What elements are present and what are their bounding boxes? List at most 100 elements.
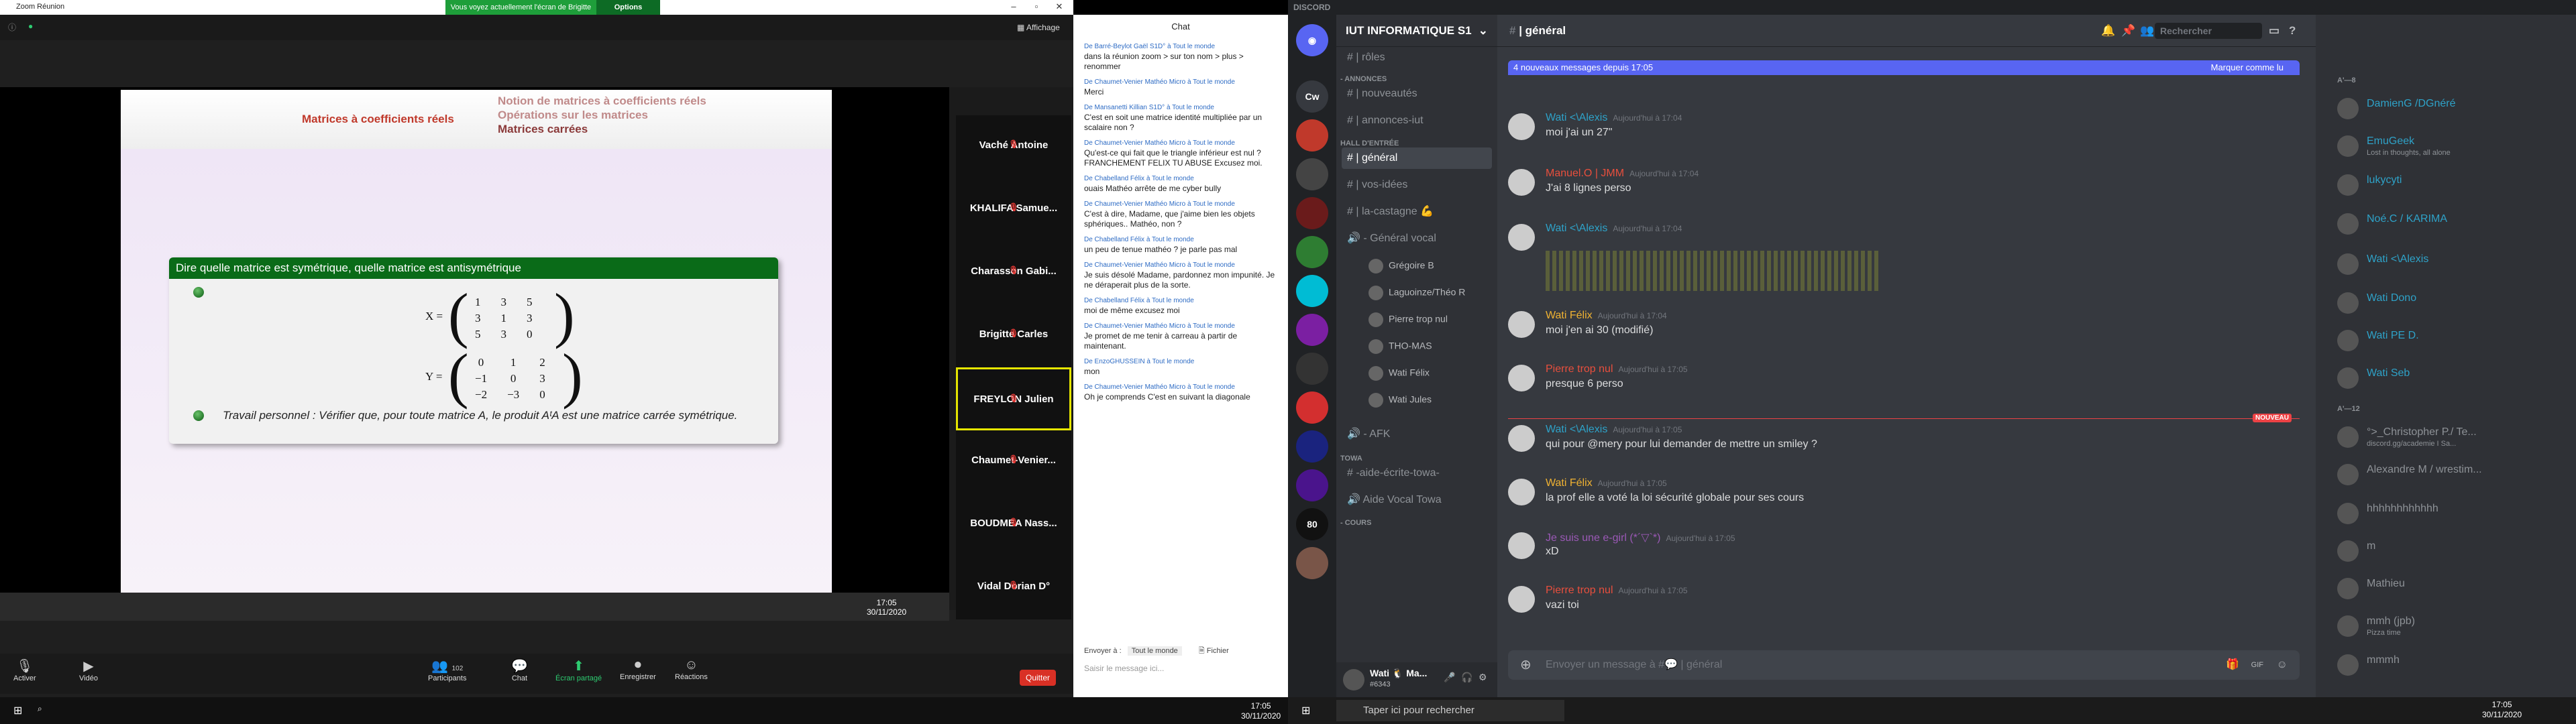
participants-button[interactable]: 👥 102 Participants (428, 658, 466, 682)
avatar[interactable] (1508, 425, 1535, 452)
participant-tile[interactable]: Vaché Antoine 🎙 (956, 115, 1071, 178)
avatar[interactable] (1508, 532, 1535, 559)
avatar[interactable] (1343, 669, 1364, 690)
member-item[interactable]: hhhhhhhhhhhh (2337, 500, 2565, 528)
mic-icon[interactable]: 🎤 (1444, 672, 1455, 683)
voice-user[interactable]: Wati Félix (1368, 366, 1430, 381)
gear-icon[interactable]: ⚙ (1479, 672, 1487, 683)
member-item[interactable]: Wati Seb (2337, 365, 2565, 393)
chat-input[interactable]: Saisir le message ici... (1084, 664, 1164, 673)
maximize-button[interactable]: ▫ (1025, 1, 1048, 13)
avatar[interactable] (1508, 169, 1535, 196)
mark-read-button[interactable]: Marquer comme lu (2211, 60, 2284, 75)
server-icon[interactable]: 80 (1296, 508, 1328, 540)
chat-message-list[interactable]: De Barré-Beylot Gaël S1D° à Tout le mond… (1084, 42, 1279, 645)
server-header[interactable]: IUT INFORMATIQUE S1 ⌄ (1336, 15, 1497, 47)
message-author[interactable]: Je suis une e-girl (*´▽`*) Aujourd'hui à … (1546, 531, 1735, 544)
message-composer[interactable]: ⊕ Envoyer un message à #💬 | général 🎁 GI… (1508, 650, 2300, 680)
server-icon[interactable] (1296, 119, 1328, 152)
members-icon[interactable]: 👥 (2140, 15, 2154, 47)
server-icon[interactable] (1296, 275, 1328, 307)
close-button[interactable]: ✕ (1048, 1, 1071, 13)
voice-user[interactable]: Wati Jules (1368, 393, 1432, 408)
channel-item[interactable]: 🔊 Aide Vocal Towa (1342, 489, 1492, 511)
avatar[interactable] (1508, 224, 1535, 251)
server-icon[interactable] (1296, 469, 1328, 501)
member-item[interactable]: Noé.C / KARIMA (2337, 210, 2565, 239)
server-icon[interactable]: Cw (1296, 80, 1328, 113)
windows-start-icon[interactable]: ⊞ (1301, 704, 1310, 717)
channel-item[interactable]: # | nouveautés (1342, 83, 1492, 105)
voice-user[interactable]: Pierre trop nul (1368, 312, 1448, 327)
channel-category[interactable]: - COURS (1340, 519, 1371, 527)
windows-start-icon[interactable]: ⊞ (13, 704, 22, 717)
emoji-icon[interactable]: ☺ (2277, 650, 2288, 680)
message-author[interactable]: Wati <\Alexis Aujourd'hui à 17:05 (1546, 424, 1682, 436)
voice-user[interactable]: THO-MAS (1368, 339, 1432, 354)
message-author[interactable]: Pierre trop nul Aujourd'hui à 17:05 (1546, 585, 1688, 597)
message-author[interactable]: Wati <\Alexis Aujourd'hui à 17:04 (1546, 223, 1682, 235)
help-icon[interactable]: ? (2289, 15, 2296, 47)
channel-category[interactable]: TOWA (1340, 455, 1362, 463)
channel-item[interactable]: # | vos-idées (1342, 174, 1492, 196)
file-button[interactable]: 🗎 Fichier (1199, 647, 1229, 655)
avatar[interactable] (1508, 479, 1535, 505)
server-icon[interactable] (1296, 314, 1328, 346)
participant-tile[interactable]: FREYLON Julien 🎙 (956, 367, 1071, 430)
server-icon[interactable] (1296, 236, 1328, 268)
gift-icon[interactable]: 🎁 (2226, 650, 2239, 680)
member-item[interactable]: mmmh (2337, 652, 2565, 680)
member-item[interactable]: DamienG /DGnéré (2337, 95, 2565, 123)
avatar[interactable] (1508, 113, 1535, 140)
member-item[interactable]: EmuGeek Lost in thoughts, all alone (2337, 133, 2565, 161)
leave-meeting-button[interactable]: Quitter (1020, 670, 1056, 686)
taskbar-search-input[interactable]: Taper ici pour rechercher (1336, 700, 1564, 721)
member-item[interactable]: Alexandre M / wrestim... (2337, 461, 2565, 489)
channel-item[interactable]: 🔊 - Général vocal (1342, 228, 1492, 249)
message-author[interactable]: Wati Félix Aujourd'hui à 17:04 (1546, 310, 1667, 322)
voice-user[interactable]: Laguoinze/Théo R (1368, 286, 1465, 300)
participant-tile[interactable]: BOUDMEA Nass... 🎙 (956, 493, 1071, 556)
inbox-icon[interactable]: ▭ (2269, 15, 2279, 47)
channel-item[interactable]: # | annonces-iut (1342, 110, 1492, 131)
chat-button[interactable]: 💬 Chat (511, 658, 528, 682)
taskbar-clock[interactable]: 17:05 30/11/2020 (1241, 701, 1281, 721)
channel-item[interactable]: # | général (1342, 147, 1492, 169)
record-button[interactable]: ⏺ Enregistrer (620, 658, 656, 681)
server-icon[interactable] (1296, 353, 1328, 385)
minimize-button[interactable]: – (1002, 1, 1025, 13)
taskbar-clock[interactable]: 17:05 30/11/2020 (2482, 700, 2522, 720)
info-icon[interactable]: ⓘ (8, 21, 16, 33)
home-button[interactable]: ◉ (1296, 24, 1328, 56)
server-icon[interactable] (1296, 547, 1328, 579)
gif-icon[interactable]: GIF (2251, 650, 2263, 680)
pin-icon[interactable]: 📌 (2121, 15, 2135, 47)
new-messages-banner[interactable]: 4 nouveaux messages depuis 17:05 Marquer … (1508, 60, 2300, 75)
view-options-button[interactable]: Options d'affichage (596, 0, 660, 26)
search-icon[interactable]: ⌕ (38, 704, 42, 714)
mute-button[interactable]: 🎙 Activer (13, 658, 36, 682)
voice-user[interactable]: Grégoire B (1368, 259, 1434, 274)
participant-tile[interactable]: Vidal Dorian D° 🎙 (956, 556, 1071, 619)
video-button[interactable]: ▶ Vidéo (79, 658, 98, 682)
server-icon[interactable] (1296, 430, 1328, 463)
message-author[interactable]: Pierre trop nul Aujourd'hui à 17:05 (1546, 363, 1688, 375)
reactions-button[interactable]: ☺ Réactions (675, 658, 708, 681)
participant-tile[interactable]: Brigitte Carles 🎙 (956, 304, 1071, 367)
message-author[interactable]: Manuel.O | JMM Aujourd'hui à 17:04 (1546, 168, 1699, 180)
member-item[interactable]: mmh (jpb) Pizza time (2337, 613, 2565, 641)
member-item[interactable]: Wati <\Alexis (2337, 251, 2565, 279)
channel-item[interactable]: 🔊 - AFK (1342, 424, 1492, 445)
member-item[interactable]: Wati Dono (2337, 290, 2565, 318)
shield-icon[interactable]: ● (28, 21, 33, 31)
participant-tile[interactable]: Chaumet-Venier... 🎙 (956, 430, 1071, 493)
bell-icon[interactable]: 🔔 (2101, 15, 2115, 47)
plus-icon[interactable]: ⊕ (1520, 650, 1532, 680)
participant-tile[interactable]: KHALIFA Samue... 🎙 (956, 178, 1071, 241)
message-author[interactable]: Wati Félix Aujourd'hui à 17:05 (1546, 477, 1667, 489)
recipient-select[interactable]: Tout le monde (1127, 646, 1182, 656)
channel-item[interactable]: # -aide-écrite-towa- (1342, 463, 1492, 484)
member-item[interactable]: Mathieu (2337, 575, 2565, 603)
headphones-icon[interactable]: 🎧 (1461, 672, 1472, 683)
avatar[interactable] (1508, 365, 1535, 391)
